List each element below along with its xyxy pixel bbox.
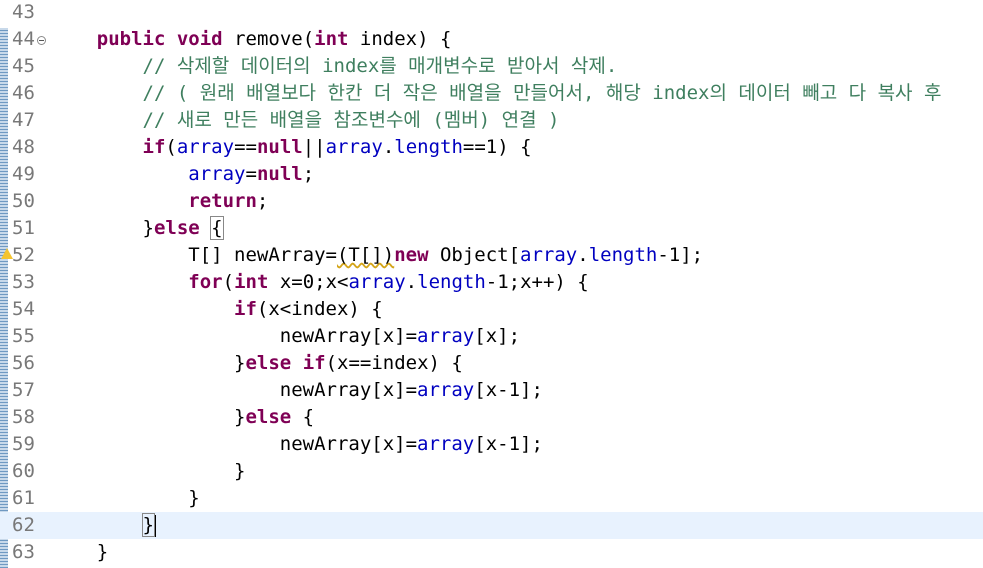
code-text[interactable]: }else if(x==index) {: [51, 350, 463, 377]
code-line[interactable]: 63 }: [0, 539, 983, 566]
fold-collapse-icon[interactable]: [37, 36, 46, 45]
line-number: 52: [12, 244, 35, 266]
code-text[interactable]: public void remove(int index) {: [51, 26, 452, 53]
line-number: 53: [12, 271, 35, 293]
code-line[interactable]: 61 }: [0, 485, 983, 512]
line-number: 51: [12, 217, 35, 239]
code-text[interactable]: // ( 원래 배열보다 한칸 더 작은 배열을 만들어서, 해당 index의…: [51, 80, 942, 107]
line-number: 49: [12, 163, 35, 185]
code-text[interactable]: }: [51, 458, 245, 485]
line-number: 46: [12, 82, 35, 104]
code-line[interactable]: 50 return;: [0, 188, 983, 215]
code-line[interactable]: 44 public void remove(int index) {: [0, 26, 983, 53]
line-number: 47: [12, 109, 35, 131]
code-text[interactable]: // 삭제할 데이터의 index를 매개변수로 받아서 삭제.: [51, 53, 618, 80]
code-line[interactable]: 45 // 삭제할 데이터의 index를 매개변수로 받아서 삭제.: [0, 53, 983, 80]
warning-icon[interactable]: [1, 248, 13, 259]
code-text[interactable]: array=null;: [51, 161, 314, 188]
code-text[interactable]: // 새로 만든 배열을 참조변수에 (멤버) 연결 ): [51, 107, 560, 134]
line-number: 45: [12, 55, 35, 77]
code-line[interactable]: 60 }: [0, 458, 983, 485]
code-line[interactable]: 55 newArray[x]=array[x];: [0, 323, 983, 350]
code-text[interactable]: }: [51, 485, 199, 512]
line-number: 54: [12, 298, 35, 320]
code-text[interactable]: }else {: [51, 404, 314, 431]
code-text[interactable]: for(int x=0;x<array.length-1;x++) {: [51, 269, 588, 296]
line-number: 57: [12, 379, 35, 401]
code-text[interactable]: newArray[x]=array[x-1];: [51, 377, 543, 404]
code-text[interactable]: }else {: [51, 215, 224, 242]
code-line[interactable]: 49 array=null;: [0, 161, 983, 188]
line-number: 50: [12, 190, 35, 212]
code-text[interactable]: return;: [51, 188, 268, 215]
line-number: 48: [12, 136, 35, 158]
code-line[interactable]: 62 }: [0, 512, 983, 539]
line-number: 63: [12, 541, 35, 563]
line-number: 58: [12, 406, 35, 428]
code-editor[interactable]: 43 44 public void remove(int index) {45 /…: [0, 0, 983, 568]
code-line[interactable]: 54 if(x<index) {: [0, 296, 983, 323]
code-line[interactable]: 56 }else if(x==index) {: [0, 350, 983, 377]
text-caret: [154, 515, 156, 537]
code-line[interactable]: 47 // 새로 만든 배열을 참조변수에 (멤버) 연결 ): [0, 107, 983, 134]
code-text[interactable]: newArray[x]=array[x-1];: [51, 431, 543, 458]
code-line[interactable]: 52 T[] newArray=(T[])new Object[array.le…: [0, 242, 983, 269]
code-line[interactable]: 51 }else {: [0, 215, 983, 242]
line-number: 62: [12, 514, 35, 536]
line-number: 60: [12, 460, 35, 482]
code-text[interactable]: if(x<index) {: [51, 296, 383, 323]
code-text[interactable]: if(array==null||array.length==1) {: [51, 134, 532, 161]
code-line[interactable]: 43: [0, 0, 983, 26]
line-number: 56: [12, 352, 35, 374]
line-number: 59: [12, 433, 35, 455]
code-text[interactable]: newArray[x]=array[x];: [51, 323, 520, 350]
code-text[interactable]: }: [51, 512, 156, 539]
code-line[interactable]: 48 if(array==null||array.length==1) {: [0, 134, 983, 161]
line-number: 55: [12, 325, 35, 347]
line-number: 43: [12, 1, 35, 23]
code-text[interactable]: }: [51, 539, 108, 566]
code-line[interactable]: 58 }else {: [0, 404, 983, 431]
code-line[interactable]: 57 newArray[x]=array[x-1];: [0, 377, 983, 404]
code-line[interactable]: 53 for(int x=0;x<array.length-1;x++) {: [0, 269, 983, 296]
code-line[interactable]: 46 // ( 원래 배열보다 한칸 더 작은 배열을 만들어서, 해당 ind…: [0, 80, 983, 107]
code-text[interactable]: T[] newArray=(T[])new Object[array.lengt…: [51, 242, 703, 269]
code-line[interactable]: 59 newArray[x]=array[x-1];: [0, 431, 983, 458]
line-number: 61: [12, 487, 35, 509]
